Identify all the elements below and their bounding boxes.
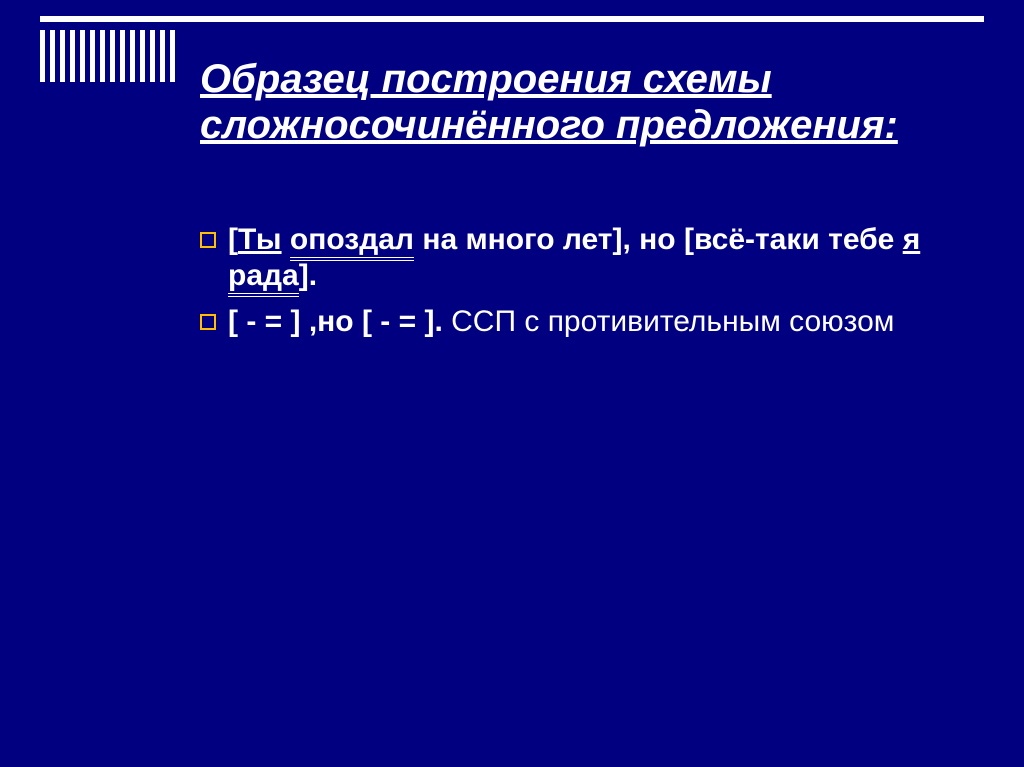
subject-2: я [903, 223, 921, 256]
bullet-2-text: [ - = ] ,но [ - = ]. ССП с противительны… [228, 304, 944, 340]
top-rule [40, 16, 984, 22]
predicate-1: опоздал [290, 223, 414, 261]
schema: [ - = ] ,но [ - = ]. [228, 305, 451, 338]
bullet-2: [ - = ] ,но [ - = ]. ССП с противительны… [200, 304, 944, 340]
space-1 [282, 223, 290, 256]
predicate-2: рада [228, 259, 299, 297]
bullet-square-icon [200, 314, 216, 330]
bullet-square-icon [200, 232, 216, 248]
bullet-1: [Ты опоздал на много лет], но [всё-таки … [200, 222, 944, 294]
slide-title: Образец построения схемы сложносочинённо… [200, 56, 944, 148]
mid-text: на много лет], но [ [414, 223, 694, 256]
slide-body: [Ты опоздал на много лет], но [всё-таки … [200, 222, 944, 350]
bracket-open: [ [228, 223, 238, 256]
conj-tail: всё-таки тебе [694, 223, 903, 256]
decorative-stripes [40, 30, 175, 82]
bracket-close: ]. [299, 259, 317, 292]
bullet-1-text: [Ты опоздал на много лет], но [всё-таки … [228, 222, 944, 294]
subject-1: Ты [238, 223, 282, 256]
slide: Образец построения схемы сложносочинённо… [0, 0, 1024, 767]
sentence-type: ССП с противительным союзом [451, 305, 894, 338]
